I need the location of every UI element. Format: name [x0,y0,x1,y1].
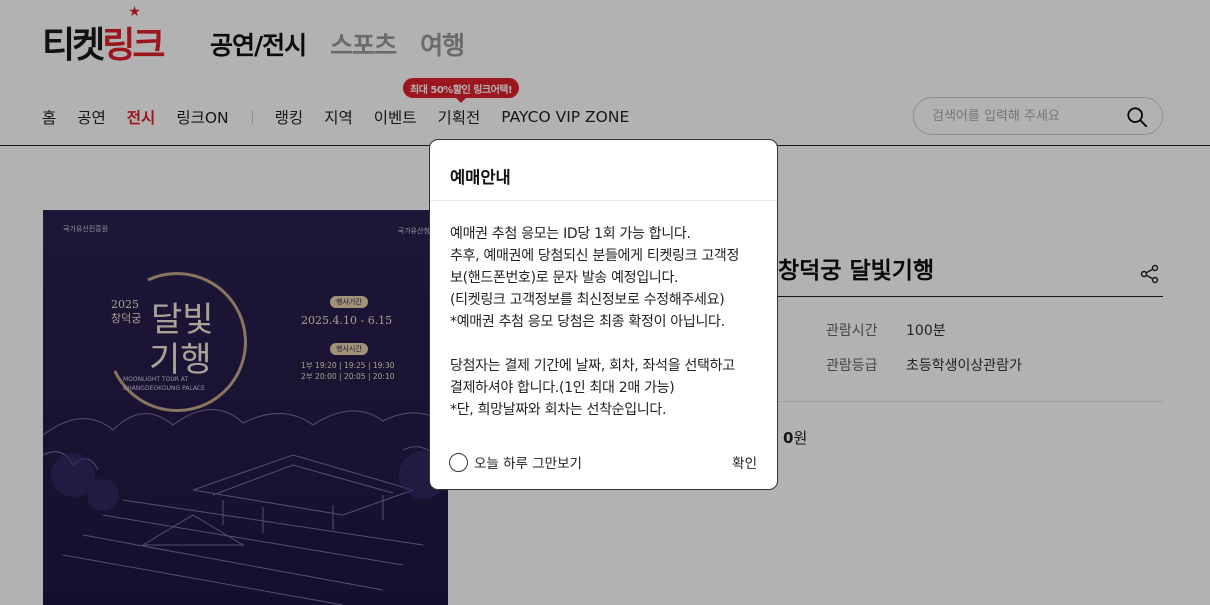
modal-body: 예매권 추첨 응모는 ID당 1회 가능 합니다. 추후, 예매권에 당첨되신 … [430,201,777,421]
notice-line: 예매권 추첨 응모는 ID당 1회 가능 합니다. [450,226,691,242]
modal-footer: 오늘 하루 그만보기 확인 [449,451,757,473]
dont-show-today-label: 오늘 하루 그만보기 [474,456,582,472]
notice-line: 당첨자는 결제 기간에 날짜, 회차, 좌석을 선택하고 [450,358,735,374]
notice-line: 보(핸드폰번호)로 문자 발송 예정입니다. [450,270,679,286]
modal-title: 예매안내 [430,140,777,201]
notice-line: (티켓링크 고객정보를 최신정보로 수정해주세요) [450,292,725,308]
dont-show-today-checkbox[interactable]: 오늘 하루 그만보기 [449,452,582,472]
notice-line: *단, 희망날짜와 회차는 선착순입니다. [450,402,667,418]
notice-line: 결제하셔야 합니다.(1인 최대 2매 가능) [450,380,675,396]
radio-circle-icon[interactable] [449,452,468,472]
notice-line: 추후, 예매권에 당첨되신 분들에게 티켓링크 고객정 [450,248,740,264]
notice-line: *예매권 추첨 응모 당첨은 최종 확정이 아닙니다. [450,314,725,330]
booking-notice-modal: 예매안내 예매권 추첨 응모는 ID당 1회 가능 합니다. 추후, 예매권에 … [429,139,778,490]
confirm-button[interactable]: 확인 [732,452,757,472]
